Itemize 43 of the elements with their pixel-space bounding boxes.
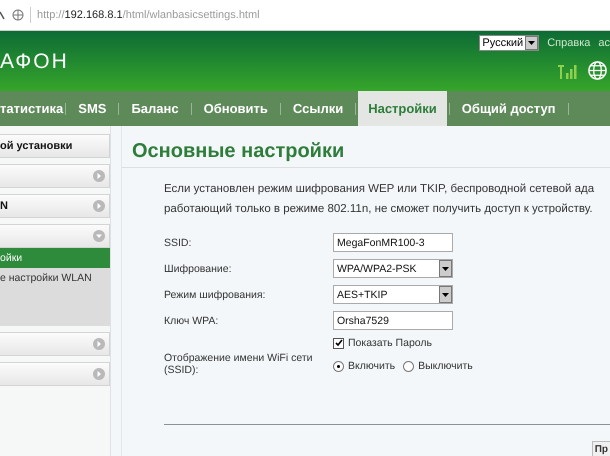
field-label: Режим шифрования: — [164, 288, 266, 300]
sidebar-item[interactable] — [0, 332, 110, 356]
globe-icon — [588, 61, 607, 80]
globe-icon — [12, 9, 24, 21]
caret-icon — [442, 292, 449, 296]
field-label: Отображение имени WiFi сети (SSID): — [164, 352, 314, 376]
submenu-item[interactable]: е настройки WLAN — [0, 268, 110, 288]
sidebar-item[interactable]: N — [0, 194, 110, 218]
caret-icon — [528, 41, 536, 45]
nav-tab[interactable]: Обновить — [194, 91, 278, 126]
field-label: SSID: — [164, 236, 192, 248]
select-field[interactable]: WPA/WPA2-PSK — [333, 259, 453, 278]
nav-tab[interactable]: татистика — [0, 91, 64, 126]
input-field[interactable]: Orsha7529 — [333, 311, 453, 330]
language-select[interactable]: Русский — [479, 35, 540, 51]
logo-text: АФОН — [0, 50, 69, 74]
header-link[interactable]: Справка — [547, 37, 590, 49]
sidebar-item[interactable] — [0, 164, 110, 188]
nav-tab[interactable]: Настройки — [358, 91, 447, 126]
nav-tab[interactable]: Общий доступ — [452, 91, 566, 126]
nav-tab[interactable]: SMS — [68, 91, 116, 126]
apply-button[interactable]: Пр — [592, 441, 610, 456]
radio-option[interactable]: Включить — [333, 360, 396, 372]
address-url[interactable]: http://192.168.8.1/html/wlanbasicsettings.html — [37, 9, 260, 21]
header-link[interactable]: ас — [598, 37, 610, 49]
signal-icon — [558, 62, 578, 78]
sidebar-item[interactable] — [0, 224, 110, 248]
radio-option[interactable]: Выключить — [403, 360, 473, 372]
nav-tab[interactable]: Баланс — [121, 91, 189, 126]
field-label: Шифрование: — [164, 262, 233, 274]
notice-text: Если установлен режим шифрования WEP или TKIP, беспроводной сетевой ада — [164, 183, 596, 195]
sidebar-item[interactable] — [0, 362, 110, 386]
page-title: Основные настройки — [132, 140, 346, 163]
sidebar-item[interactable]: ой установки — [0, 134, 110, 158]
show-password-checkbox[interactable]: Показать Пароль — [333, 337, 453, 349]
check-icon — [334, 339, 342, 347]
input-field[interactable]: MegaFonMR100-3 — [333, 233, 453, 252]
notice-text: работающий только в режиме 802.11n, не сможет получить доступ к устройству. — [164, 203, 594, 215]
field-label: Ключ WPA: — [164, 314, 220, 326]
nav-tab[interactable]: Ссылки — [282, 91, 354, 126]
caret-icon — [442, 266, 449, 270]
select-field[interactable]: AES+TKIP — [333, 285, 453, 304]
submenu-item[interactable]: ойки — [0, 248, 110, 268]
